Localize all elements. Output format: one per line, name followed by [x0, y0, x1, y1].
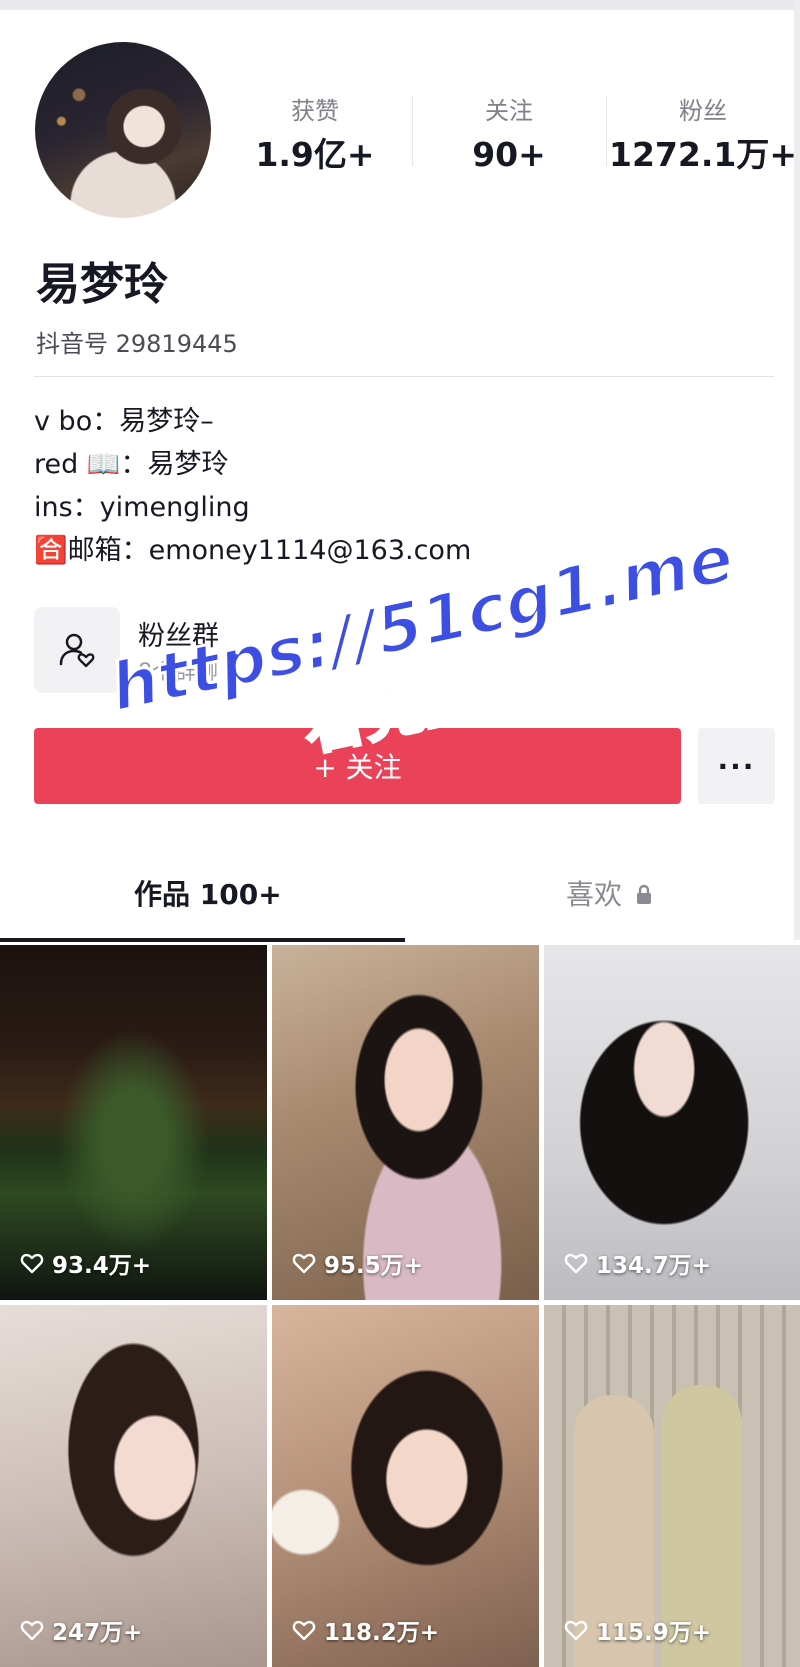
divider — [34, 376, 774, 377]
video-grid: 93.4万+ 95.5万+ 134.7万+ 247万+ 118.2万+ 115.… — [0, 945, 800, 1667]
tab-underline — [0, 938, 405, 942]
fan-group-icon — [59, 633, 95, 668]
tab-works-label: 作品 100+ — [134, 878, 282, 911]
tab-likes-label: 喜欢 — [566, 878, 623, 911]
profile-name: 易梦玲 — [36, 259, 168, 310]
stat-following-label: 关注 — [485, 97, 533, 125]
stat-followers[interactable]: 粉丝 1272.1万+ — [606, 96, 800, 186]
stat-likes-value: 1.9亿+ — [255, 135, 375, 174]
video-thumbnail[interactable]: 93.4万+ — [0, 945, 267, 1300]
video-thumbnail[interactable]: 247万+ — [0, 1305, 267, 1667]
tab-likes[interactable]: 喜欢 — [566, 873, 653, 913]
account-id: 抖音号 29819445 — [36, 330, 238, 358]
more-button[interactable]: ··· — [698, 728, 775, 804]
heart-icon — [292, 1620, 316, 1641]
bio-line-weibo: v bo：易梦玲– — [34, 406, 214, 437]
tab-works[interactable]: 作品 100+ — [134, 873, 282, 913]
video-thumbnail[interactable]: 118.2万+ — [272, 1305, 539, 1667]
video-likes: 134.7万+ — [564, 1246, 711, 1280]
avatar[interactable] — [35, 42, 211, 218]
heart-icon — [20, 1253, 44, 1274]
bio-line-red: red 📖：易梦玲 — [34, 449, 229, 480]
lock-icon — [636, 884, 651, 904]
video-likes: 93.4万+ — [20, 1246, 151, 1280]
stat-likes[interactable]: 获赞 1.9亿+ — [218, 96, 412, 186]
follow-button[interactable]: + 关注 — [34, 728, 681, 804]
stat-followers-value: 1272.1万+ — [609, 135, 797, 174]
stat-following[interactable]: 关注 90+ — [412, 96, 606, 186]
stat-followers-label: 粉丝 — [679, 97, 727, 125]
video-likes-count: 93.4万+ — [52, 1253, 152, 1279]
video-likes: 115.9万+ — [564, 1613, 711, 1647]
fan-group-button[interactable] — [34, 607, 120, 693]
video-likes-count: 115.9万+ — [596, 1620, 712, 1646]
profile-stats: 获赞 1.9亿+ 关注 90+ 粉丝 1272.1万+ — [218, 96, 800, 186]
video-likes: 118.2万+ — [292, 1613, 439, 1647]
video-thumbnail[interactable]: 134.7万+ — [544, 945, 800, 1300]
status-strip — [0, 0, 800, 10]
bio: v bo：易梦玲– red 📖：易梦玲 ins：yimengling 🈴邮箱：e… — [34, 400, 471, 572]
stat-likes-label: 获赞 — [291, 97, 339, 125]
bio-line-ins: ins：yimengling — [34, 492, 250, 523]
heart-icon — [20, 1620, 44, 1641]
heart-icon — [564, 1620, 588, 1641]
video-likes: 247万+ — [20, 1613, 142, 1647]
fan-group-subtitle: 8个群聊 — [138, 660, 218, 685]
video-likes-count: 134.7万+ — [596, 1253, 712, 1279]
fan-group-title[interactable]: 粉丝群 — [138, 614, 219, 653]
video-likes-count: 95.5万+ — [324, 1253, 424, 1279]
bio-line-email: 🈴邮箱：emoney1114@163.com — [34, 535, 472, 566]
video-likes: 95.5万+ — [292, 1246, 423, 1280]
video-likes-count: 247万+ — [52, 1620, 143, 1646]
video-thumbnail[interactable]: 115.9万+ — [544, 1305, 800, 1667]
heart-icon — [564, 1253, 588, 1274]
heart-icon — [292, 1253, 316, 1274]
video-thumbnail[interactable]: 95.5万+ — [272, 945, 539, 1300]
video-likes-count: 118.2万+ — [324, 1620, 440, 1646]
stat-following-value: 90+ — [472, 135, 546, 174]
